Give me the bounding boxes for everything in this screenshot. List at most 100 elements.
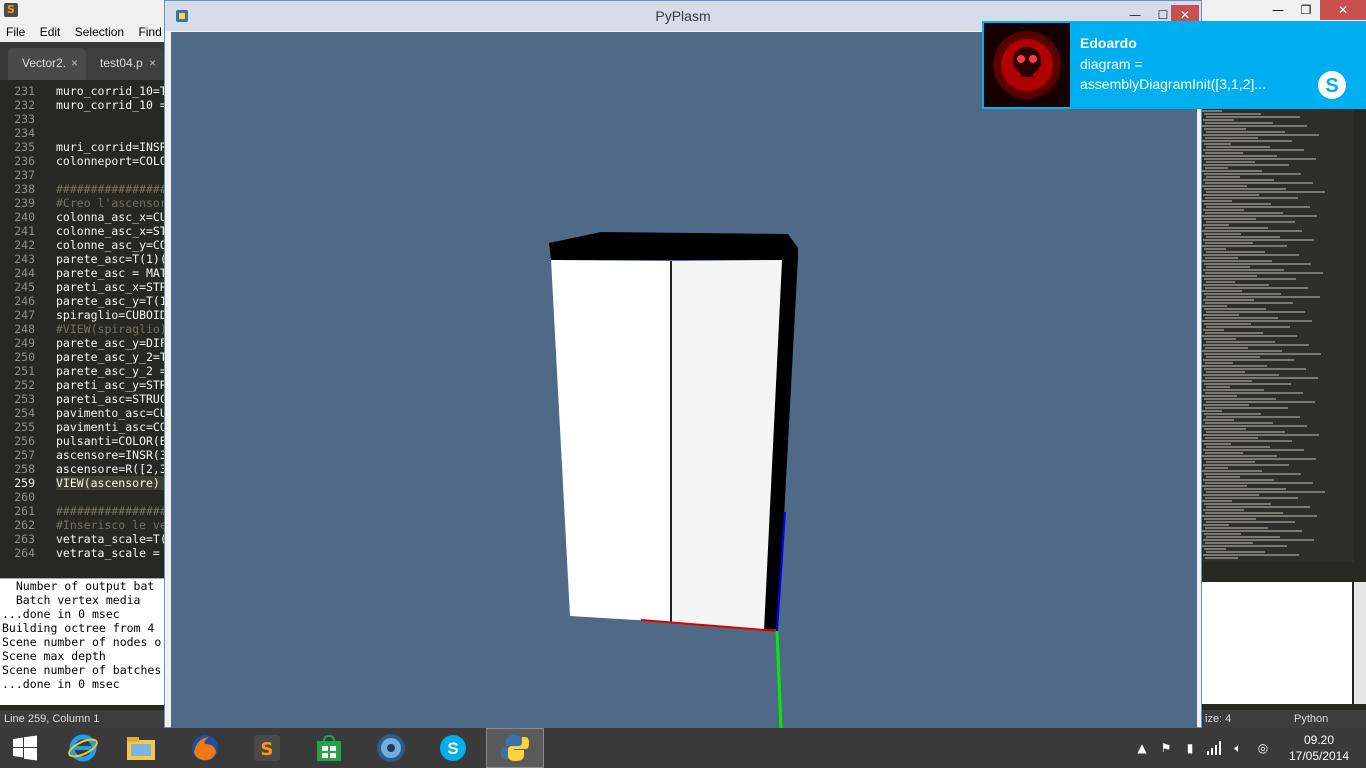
language-globe-icon[interactable]: ◎ [1252,728,1274,768]
left-door-panel [551,260,670,622]
line-number: 248 [14,322,35,336]
minimap-line [1204,338,1236,340]
python-taskbar-button[interactable] [486,728,544,768]
minimap-line [1202,395,1237,397]
minimap-line [1202,485,1247,487]
sublime-text-taskbar-button[interactable]: S [238,728,296,768]
elevator-render [549,232,798,729]
minimap-line [1205,182,1313,184]
minimap-line [1202,125,1307,127]
file-explorer-taskbar-button[interactable] [112,728,170,768]
line-number: 245 [14,280,35,294]
minimap-line [1206,506,1310,508]
minimap-line [1203,359,1294,361]
console-line: ...done in 0 msec [2,607,120,621]
menu-find[interactable]: Find [132,22,166,39]
minimap-line [1204,488,1286,490]
line-number: 241 [14,224,35,238]
console-scrollbar[interactable] [1354,582,1366,704]
line-number: 234 [14,126,35,140]
menu-edit[interactable]: Edit [34,22,66,39]
volume-icon[interactable]: 🔈︎ [1228,728,1248,768]
firefox-taskbar-button[interactable] [176,728,234,768]
line-number: 257 [14,448,35,462]
minimap-line [1205,482,1313,484]
minimap-line [1206,476,1240,478]
minimap-line [1203,224,1229,226]
console-line: Scene number of nodes o [2,635,162,649]
minimize-icon[interactable]: — [1264,0,1292,20]
minimap-line [1206,521,1295,523]
y-axis [775,630,783,729]
minimap-line [1206,296,1320,298]
skype-icon: S [1318,71,1346,99]
minimap-line [1206,236,1280,238]
minimap-line [1206,416,1300,418]
line-number: 240 [14,210,35,224]
minimap-line [1205,152,1243,154]
system-clock[interactable]: 09.20 17/05/2014 [1284,732,1354,764]
line-number: 242 [14,238,35,252]
windows-store-taskbar-button[interactable] [300,728,358,768]
minimap-line [1202,545,1287,547]
minimap-line [1202,215,1317,217]
minimap-line [1202,245,1287,247]
minimap-line [1205,557,1238,559]
minimap-line [1206,401,1315,403]
menu-file[interactable]: File [0,22,30,39]
minimap-line [1206,446,1270,448]
taskbar: S S ▲ ⚑ ▮ 🔈︎ ◎ 09.20 17/05/2014 [0,728,1366,768]
action-center-flag-icon[interactable]: ⚑ [1156,728,1176,768]
minimap-line [1206,146,1270,148]
minimap-line [1204,458,1316,460]
notification-message-line1: diagram = [1080,56,1143,72]
minimap-line [1203,269,1284,271]
minimap-line [1203,179,1274,181]
syntax-mode[interactable]: Python [1294,710,1328,728]
minimap-line [1202,530,1302,532]
maximize-icon[interactable]: ❐ [1292,0,1320,20]
minimap[interactable] [1202,110,1354,562]
minimap-line [1206,356,1260,358]
internet-explorer-button[interactable] [54,728,112,768]
network-signal-icon[interactable] [1204,728,1226,768]
minimap-line [1204,113,1261,115]
tab-test04[interactable]: test04.p × [86,48,164,80]
svg-text:S: S [261,739,274,760]
start-button[interactable] [0,728,50,768]
battery-icon[interactable]: ▮ [1180,728,1200,768]
3d-viewport[interactable] [171,32,1197,729]
line-number: 236 [14,154,35,168]
console-line: Batch vertex media [2,593,141,607]
tab-vector2[interactable]: Vector2. × [8,48,86,80]
minimap-line [1205,347,1248,349]
show-hidden-icons[interactable]: ▲ [1134,728,1150,768]
minimap-line [1204,218,1256,220]
minimap-line [1203,239,1314,241]
sublime-app-icon: S [4,3,18,17]
minimap-line [1205,407,1288,409]
line-number: 261 [14,504,35,518]
media-player-taskbar-button[interactable] [362,728,420,768]
tab-close-icon[interactable]: × [149,48,156,78]
right-door-panel [672,260,782,630]
tab-size[interactable]: ize: 4 [1205,710,1231,728]
minimap-line [1204,203,1271,205]
skype-notification[interactable]: Edoardo diagram = assemblyDiagramInit([3… [982,21,1366,109]
minimap-line [1206,371,1245,373]
minimap-line [1202,200,1232,202]
firefox-icon [192,735,218,761]
skype-taskbar-button[interactable]: S [424,728,482,768]
minimap-line [1203,149,1304,151]
minimap-line [1202,170,1262,172]
internet-explorer-icon [68,734,98,762]
tab-close-icon[interactable]: × [71,48,78,78]
menu-selection[interactable]: Selection [69,22,129,39]
minimap-line [1205,362,1233,364]
minimap-line [1203,344,1309,346]
minimap-line [1203,209,1244,211]
cursor-position: Line 259, Column 1 [4,713,100,725]
close-icon[interactable]: ✕ [1320,0,1366,20]
line-number: 249 [14,336,35,350]
minimap-line [1204,398,1276,400]
